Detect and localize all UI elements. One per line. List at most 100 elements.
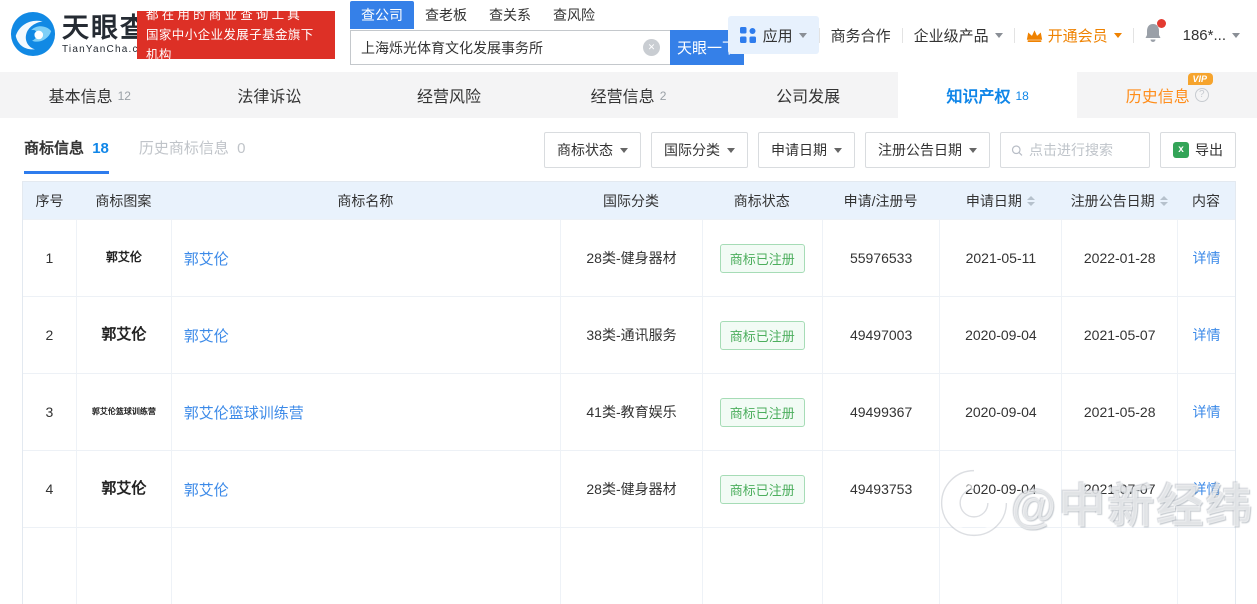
filter-trademark-status[interactable]: 商标状态	[544, 132, 641, 168]
header-menu: 应用 商务合作 企业级产品 开通会员 186*...	[727, 16, 1251, 54]
trademark-image: 郭艾伦篮球训练营	[91, 406, 156, 416]
menu-enterprise[interactable]: 企业级产品	[903, 25, 1014, 46]
search-area: 查公司 查老板 查关系 查风险 天眼一下	[350, 1, 746, 65]
filter-label: 商标状态	[557, 142, 613, 158]
search-tab-risk[interactable]: 查风险	[542, 1, 606, 29]
table-row-clipped	[23, 527, 1235, 604]
cell-apply-date: 2021-05-11	[939, 220, 1061, 296]
column-label: 申请日期	[965, 192, 1022, 209]
subtab-count: 18	[92, 140, 109, 157]
detail-link[interactable]: 详情	[1193, 479, 1221, 499]
cell-apply-date: 2020-09-04	[939, 297, 1061, 373]
menu-enterprise-label: 企业级产品	[913, 27, 989, 45]
tab-label: 公司发展	[776, 89, 841, 106]
menu-apps[interactable]: 应用	[727, 16, 819, 54]
tab-basic-info[interactable]: 基本信息 12	[0, 72, 180, 118]
export-label: 导出	[1195, 142, 1223, 158]
table-search-input[interactable]	[1029, 142, 1139, 158]
trademark-name-link[interactable]: 郭艾伦	[184, 248, 229, 269]
column-header-publish-date[interactable]: 注册公告日期	[1061, 182, 1177, 219]
chevron-down-icon	[798, 32, 807, 38]
filter-publish-date[interactable]: 注册公告日期	[865, 132, 990, 168]
detail-link[interactable]: 详情	[1193, 248, 1221, 268]
filter-toolbar: 商标状态 国际分类 申请日期 注册公告日期 导出	[534, 132, 1236, 168]
chevron-down-icon	[1113, 32, 1122, 38]
filter-international-class[interactable]: 国际分类	[651, 132, 748, 168]
detail-link[interactable]: 详情	[1193, 402, 1221, 422]
cell-no: 4	[45, 481, 54, 497]
cell-class: 28类-健身器材	[560, 451, 702, 527]
status-badge: 商标已注册	[719, 474, 805, 504]
filter-apply-date[interactable]: 申请日期	[758, 132, 855, 168]
menu-apps-label: 应用	[762, 27, 793, 45]
cell-no: 2	[45, 327, 54, 343]
column-header-mark-name: 商标名称	[337, 192, 394, 209]
chevron-down-icon	[969, 147, 977, 153]
company-nav-tabs: 基本信息 12 法律诉讼 经营风险 经营信息 2 公司发展 知识产权 18 VI…	[0, 72, 1257, 118]
column-header-apply-date[interactable]: 申请日期	[939, 182, 1061, 219]
slogan-line2: 国家中小企业发展子基金旗下机构	[146, 28, 314, 62]
sort-icon	[1026, 195, 1035, 206]
menu-cooperation[interactable]: 商务合作	[820, 25, 902, 46]
tab-label: 经营信息	[590, 89, 655, 106]
tab-count: 18	[1015, 89, 1029, 103]
cell-publish-date: 2022-01-28	[1061, 220, 1177, 296]
column-header-content: 内容	[1192, 192, 1221, 209]
excel-icon	[1173, 142, 1189, 158]
menu-vip-label: 开通会员	[1047, 27, 1108, 45]
trademark-table: 序号 商标图案 商标名称 国际分类 商标状态 申请/注册号 申请日期 注册公告日…	[22, 181, 1236, 604]
subtab-history-trademark[interactable]: 历史商标信息 0	[139, 137, 246, 171]
chevron-down-icon	[834, 147, 842, 153]
column-header-mark-image: 商标图案	[95, 192, 152, 209]
cell-reg-no: 55976533	[821, 220, 940, 296]
cell-no: 3	[45, 404, 54, 420]
table-row: 3 郭艾伦篮球训练营 郭艾伦篮球训练营 41类-教育娱乐 商标已注册 49499…	[23, 373, 1235, 450]
tab-legal[interactable]: 法律诉讼	[180, 72, 360, 118]
column-header-status: 商标状态	[733, 192, 790, 209]
tianyancha-logo[interactable]: 天眼查 TianYanCha.com	[10, 11, 155, 57]
filter-label: 国际分类	[664, 142, 720, 158]
export-button[interactable]: 导出	[1160, 132, 1236, 168]
tab-label: 历史信息	[1125, 89, 1190, 106]
search-tab-boss[interactable]: 查老板	[414, 1, 478, 29]
chevron-down-icon	[727, 147, 735, 153]
cell-reg-no: 49497003	[821, 297, 940, 373]
menu-vip[interactable]: 开通会员	[1015, 25, 1133, 46]
company-search-input[interactable]	[350, 30, 670, 65]
table-row: 2 郭艾伦 郭艾伦 38类-通讯服务 商标已注册 49497003 2020-0…	[23, 296, 1235, 373]
sort-icon	[1159, 195, 1168, 206]
table-header-row: 序号 商标图案 商标名称 国际分类 商标状态 申请/注册号 申请日期 注册公告日…	[23, 182, 1235, 219]
notifications-button[interactable]	[1134, 18, 1172, 48]
cell-reg-no: 49499367	[821, 374, 940, 450]
trademark-image: 郭艾伦	[101, 480, 147, 498]
tab-operation-info[interactable]: 经营信息 2	[539, 72, 719, 118]
filter-label: 注册公告日期	[878, 142, 962, 158]
subtab-trademark-info[interactable]: 商标信息 18	[24, 137, 109, 174]
notification-dot	[1156, 18, 1166, 28]
filter-label: 申请日期	[771, 142, 827, 158]
tab-operation-risk[interactable]: 经营风险	[359, 72, 539, 118]
search-tab-company[interactable]: 查公司	[350, 1, 414, 29]
tab-history-info[interactable]: VIP 历史信息	[1077, 72, 1257, 118]
search-icon	[1011, 144, 1023, 156]
chevron-down-icon	[1232, 32, 1240, 38]
account-phone: 186*...	[1182, 26, 1226, 44]
trademark-name-link[interactable]: 郭艾伦篮球训练营	[184, 402, 304, 423]
tab-intellectual-property[interactable]: 知识产权 18	[897, 72, 1078, 118]
table-search-box[interactable]	[1000, 132, 1150, 168]
search-tab-relation[interactable]: 查关系	[478, 1, 542, 29]
column-header-no: 序号	[35, 192, 64, 209]
table-row: 4 郭艾伦 郭艾伦 28类-健身器材 商标已注册 49493753 2020-0…	[23, 450, 1235, 527]
status-badge: 商标已注册	[719, 397, 805, 427]
tab-company-development[interactable]: 公司发展	[718, 72, 898, 118]
cell-class: 38类-通讯服务	[560, 297, 702, 373]
trademark-name-link[interactable]: 郭艾伦	[184, 325, 229, 346]
clear-input-icon[interactable]	[643, 39, 660, 56]
tab-label: 经营风险	[416, 89, 481, 106]
menu-account[interactable]: 186*...	[1172, 27, 1251, 44]
detail-link[interactable]: 详情	[1193, 325, 1221, 345]
status-badge: 商标已注册	[719, 320, 805, 350]
trademark-name-link[interactable]: 郭艾伦	[184, 479, 229, 500]
top-bar: 天眼查 TianYanCha.com 都在用的商业查询工具 国家中小企业发展子基…	[0, 0, 1257, 70]
tab-label: 知识产权	[946, 89, 1011, 106]
